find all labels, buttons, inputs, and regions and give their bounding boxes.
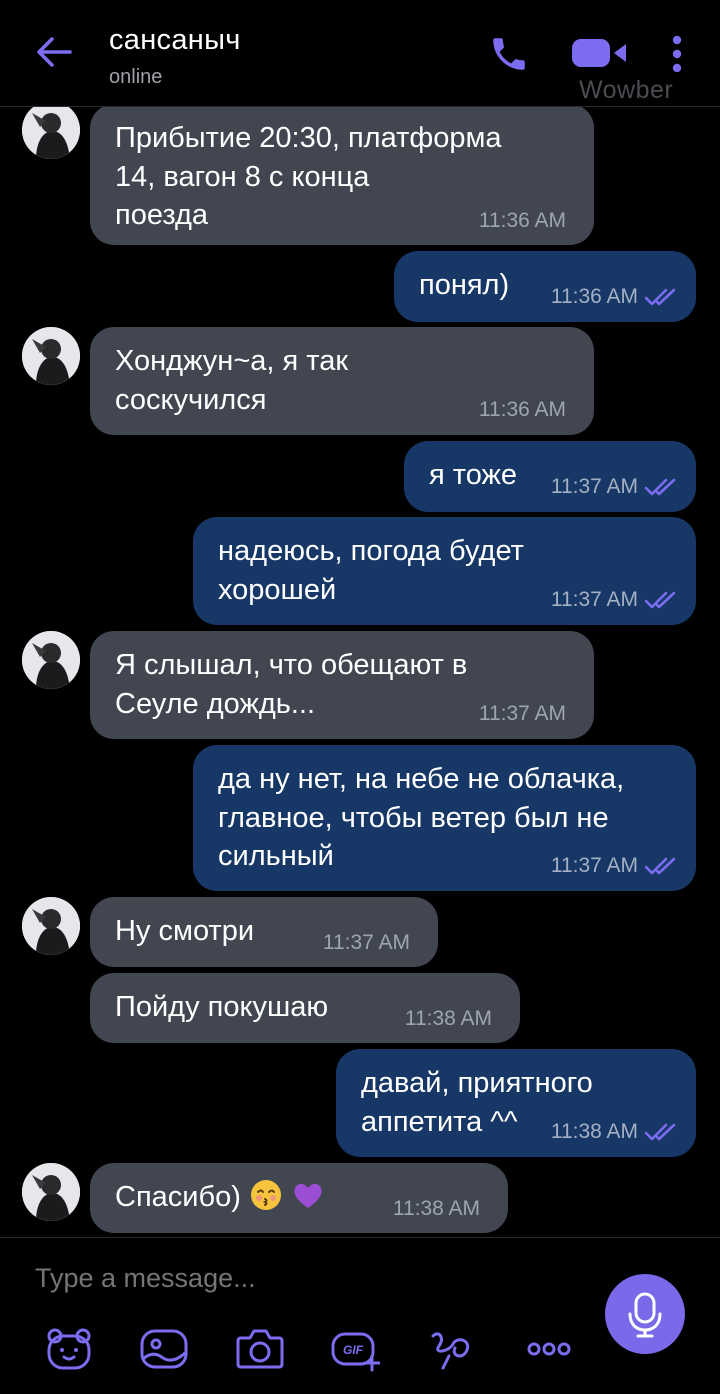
message-time: 11:37 AM bbox=[550, 854, 638, 877]
message-bubble-outgoing[interactable]: я тоже 11:37 AM bbox=[404, 441, 696, 512]
message-time: 11:36 AM bbox=[550, 285, 638, 308]
microphone-icon bbox=[628, 1292, 662, 1338]
avatar-photo bbox=[22, 1163, 80, 1221]
gallery-icon[interactable] bbox=[139, 1326, 189, 1372]
message-bubble-outgoing[interactable]: да ну нет, на небе не облачка, главное, … bbox=[193, 745, 696, 891]
purple-heart-emoji bbox=[294, 1183, 322, 1208]
read-check-icon bbox=[644, 288, 676, 306]
avatar-photo bbox=[22, 101, 80, 159]
video-camera-icon[interactable] bbox=[570, 36, 628, 70]
message-time: 11:36 AM bbox=[478, 398, 566, 421]
more-vertical-icon[interactable] bbox=[668, 34, 686, 74]
message-text: Хонджун~а, я так соскучился bbox=[115, 345, 349, 416]
message-bubble-outgoing[interactable]: давай, приятного аппетита ^^ 11:38 AM bbox=[336, 1049, 696, 1157]
svg-text:GIF: GIF bbox=[343, 1343, 364, 1357]
message-text-row: Спасибо) bbox=[115, 1178, 325, 1217]
sticker-bear-icon[interactable] bbox=[44, 1326, 94, 1372]
read-check-icon bbox=[644, 857, 676, 875]
read-check-icon bbox=[644, 1123, 676, 1141]
message-time: 11:38 AM bbox=[392, 1197, 480, 1220]
gif-icon[interactable]: GIF bbox=[330, 1326, 380, 1372]
message-text: надеюсь, погода будет хорошей bbox=[218, 535, 524, 606]
back-arrow-icon[interactable] bbox=[32, 30, 76, 74]
watermark-text: Wowber bbox=[579, 76, 674, 104]
microphone-button[interactable] bbox=[605, 1274, 685, 1354]
message-time: 11:37 AM bbox=[550, 475, 638, 498]
avatar-photo bbox=[22, 897, 80, 955]
message-bubble-incoming[interactable]: Хонджун~а, я так соскучился 11:36 AM bbox=[90, 327, 594, 435]
more-horizontal-icon[interactable] bbox=[524, 1326, 574, 1372]
doodle-icon[interactable] bbox=[427, 1326, 477, 1372]
message-time: 11:36 AM bbox=[478, 209, 566, 232]
message-time: 11:38 AM bbox=[550, 1120, 638, 1143]
message-text: понял) bbox=[419, 269, 510, 301]
contact-avatar[interactable] bbox=[22, 631, 80, 689]
message-time: 11:37 AM bbox=[478, 702, 566, 725]
kissing-face-emoji bbox=[250, 1180, 281, 1210]
contact-name[interactable]: сансаныч bbox=[109, 24, 241, 57]
message-bubble-incoming[interactable]: Пойду покушаю 11:38 AM bbox=[90, 973, 520, 1043]
contact-avatar[interactable] bbox=[22, 897, 80, 955]
message-bubble-incoming[interactable]: Спасибо) 11:38 AM bbox=[90, 1163, 508, 1233]
avatar-photo bbox=[22, 631, 80, 689]
contact-avatar[interactable] bbox=[22, 327, 80, 385]
read-check-icon bbox=[644, 478, 676, 496]
chat-header: сансаныч online Wowber bbox=[0, 0, 720, 107]
camera-icon[interactable] bbox=[235, 1326, 285, 1372]
message-text: Спасибо) bbox=[115, 1181, 241, 1213]
message-text: Я слышал, что обещают в Сеуле дождь... bbox=[115, 649, 468, 720]
read-check-icon bbox=[644, 591, 676, 609]
contact-status: online bbox=[109, 66, 163, 88]
contact-avatar[interactable] bbox=[22, 101, 80, 159]
contact-avatar[interactable] bbox=[22, 1163, 80, 1221]
message-text: Пойду покушаю bbox=[115, 991, 329, 1023]
phone-icon[interactable] bbox=[488, 33, 530, 75]
message-input[interactable] bbox=[35, 1258, 555, 1298]
message-time: 11:38 AM bbox=[404, 1007, 492, 1030]
avatar-photo bbox=[22, 327, 80, 385]
message-bubble-incoming[interactable]: Прибытие 20:30, платформа 14, вагон 8 с … bbox=[90, 104, 594, 245]
message-bubble-incoming[interactable]: Я слышал, что обещают в Сеуле дождь... 1… bbox=[90, 631, 594, 739]
message-text: я тоже bbox=[429, 459, 518, 491]
message-text: Прибытие 20:30, платформа 14, вагон 8 с … bbox=[115, 122, 502, 231]
composer-divider bbox=[0, 1237, 720, 1238]
message-text: Ну смотри bbox=[115, 915, 255, 947]
message-time: 11:37 AM bbox=[322, 931, 410, 954]
message-bubble-outgoing[interactable]: понял) 11:36 AM bbox=[394, 251, 696, 322]
message-time: 11:37 AM bbox=[550, 588, 638, 611]
message-bubble-outgoing[interactable]: надеюсь, погода будет хорошей 11:37 AM bbox=[193, 517, 696, 625]
message-bubble-incoming[interactable]: Ну смотри 11:37 AM bbox=[90, 897, 438, 967]
